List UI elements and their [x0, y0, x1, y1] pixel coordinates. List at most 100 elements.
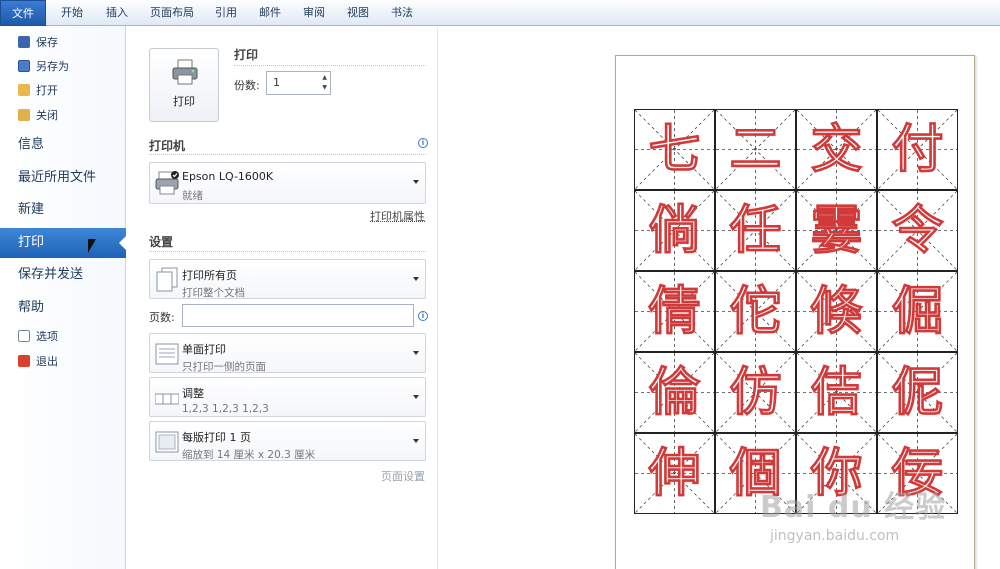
printer-icon: [172, 59, 198, 85]
nav-recent[interactable]: 最近所用文件: [0, 163, 126, 193]
nav-info[interactable]: 信息: [0, 130, 126, 160]
calligraphy-character: 令: [878, 191, 957, 270]
calligraphy-character: 佗: [716, 272, 795, 351]
options-icon: [18, 330, 30, 342]
calligraphy-character: 伸: [635, 434, 714, 513]
calligraphy-grid: 七二交付倘任霎令倩佗倏倔倫仿佶伲伸個你佞: [634, 109, 958, 514]
calligraphy-character: 佶: [797, 353, 876, 432]
printer-dropdown[interactable]: Epson LQ-1600K 就绪: [149, 162, 426, 204]
info-icon[interactable]: i: [418, 138, 428, 148]
printer-properties-link[interactable]: 打印机属性: [370, 208, 425, 224]
nav-save-send[interactable]: 保存并发送: [0, 260, 126, 290]
copies-value: 1: [273, 76, 280, 89]
nav-options[interactable]: 选项: [18, 327, 58, 347]
print-section-title: 打印: [234, 46, 258, 63]
tab-page-layout[interactable]: 页面布局: [142, 0, 202, 26]
mouse-cursor-icon: [88, 239, 96, 253]
close-folder-icon: [18, 109, 30, 121]
tab-home[interactable]: 开始: [50, 0, 94, 26]
grid-cell: 倩: [634, 271, 715, 352]
grid-cell: 七: [634, 109, 715, 190]
collate-icon: [155, 385, 179, 411]
tab-file[interactable]: 文件: [0, 0, 46, 26]
print-settings-panel: 打印 打印 份数: 1 ▲ ▼ 打印机 i Epson LQ-1600K 就绪 …: [127, 27, 438, 569]
grid-cell: 倔: [877, 271, 958, 352]
pages-per-sheet-title: 每版打印 1 页: [182, 429, 251, 445]
print-range-subtitle: 打印整个文档: [182, 285, 245, 300]
nav-open-label: 打开: [36, 84, 58, 97]
calligraphy-character: 七: [635, 110, 714, 189]
exit-icon: [18, 355, 30, 367]
watermark-url: jingyan.baidu.com: [770, 528, 899, 544]
grid-cell: 任: [715, 190, 796, 271]
tab-calligraphy[interactable]: 书法: [382, 0, 422, 26]
grid-cell: 付: [877, 109, 958, 190]
chevron-down-icon: [413, 439, 419, 443]
open-folder-icon: [18, 84, 30, 96]
printer-section-title: 打印机: [149, 137, 185, 154]
nav-exit[interactable]: 退出: [18, 352, 58, 372]
collate-subtitle: 1,2,3 1,2,3 1,2,3: [182, 403, 269, 415]
nav-new[interactable]: 新建: [0, 195, 126, 225]
pages-label: 页数:: [149, 309, 175, 325]
page-per-sheet-icon: [155, 429, 179, 455]
decrement-icon[interactable]: ▼: [322, 84, 327, 91]
nav-open[interactable]: 打开: [18, 81, 58, 101]
tab-review[interactable]: 审阅: [294, 0, 334, 26]
sides-subtitle: 只打印一侧的页面: [182, 359, 266, 374]
tab-references[interactable]: 引用: [206, 0, 246, 26]
nav-close[interactable]: 关闭: [18, 106, 58, 126]
chevron-down-icon: [413, 180, 419, 184]
print-range-title: 打印所有页: [182, 267, 237, 283]
calligraphy-character: 霎: [797, 191, 876, 270]
chevron-down-icon: [413, 351, 419, 355]
sides-title: 单面打印: [182, 341, 226, 357]
nav-save[interactable]: 保存: [18, 33, 58, 53]
nav-print[interactable]: 打印: [0, 228, 126, 258]
grid-cell: 佶: [796, 352, 877, 433]
pages-per-sheet-dropdown[interactable]: 每版打印 1 页 缩放到 14 厘米 x 20.3 厘米: [149, 421, 426, 461]
backstage-nav: 保存 另存为 打开 关闭 信息 最近所用文件 新建 打印 保存并发送 帮助 选项…: [0, 26, 126, 569]
nav-save-as-label: 另存为: [36, 60, 69, 73]
settings-section-title: 设置: [149, 233, 173, 250]
tab-mailings[interactable]: 邮件: [250, 0, 290, 26]
page-setup-link[interactable]: 页面设置: [381, 468, 425, 484]
calligraphy-character: 二: [716, 110, 795, 189]
copies-label: 份数:: [234, 77, 260, 93]
ribbon-tab-bar: 文件 开始 插入 页面布局 引用 邮件 审阅 视图 书法: [0, 0, 1000, 26]
grid-cell: 倫: [634, 352, 715, 433]
nav-options-label: 选项: [36, 330, 58, 343]
save-icon: [18, 36, 30, 48]
pages-input[interactable]: [182, 304, 414, 327]
chevron-down-icon: [413, 277, 419, 281]
grid-cell: 伲: [877, 352, 958, 433]
calligraphy-character: 倏: [797, 272, 876, 351]
sides-dropdown[interactable]: 单面打印 只打印一侧的页面: [149, 333, 426, 373]
nav-help[interactable]: 帮助: [0, 293, 126, 323]
calligraphy-character: 倔: [878, 272, 957, 351]
increment-icon[interactable]: ▲: [322, 74, 327, 81]
tab-view[interactable]: 视图: [338, 0, 378, 26]
print-range-dropdown[interactable]: 打印所有页 打印整个文档: [149, 259, 426, 299]
grid-cell: 交: [796, 109, 877, 190]
print-button-label: 打印: [150, 93, 218, 109]
copies-stepper[interactable]: 1 ▲ ▼: [266, 71, 331, 95]
info-icon[interactable]: i: [418, 311, 428, 321]
collate-title: 调整: [182, 385, 204, 401]
nav-save-as[interactable]: 另存为: [18, 57, 69, 77]
divider: [234, 65, 426, 66]
calligraphy-character: 倩: [635, 272, 714, 351]
calligraphy-character: 付: [878, 110, 957, 189]
one-sided-icon: [155, 341, 179, 367]
tab-insert[interactable]: 插入: [96, 0, 138, 26]
calligraphy-character: 倫: [635, 353, 714, 432]
grid-cell: 仿: [715, 352, 796, 433]
grid-cell: 伸: [634, 433, 715, 514]
collate-dropdown[interactable]: 调整 1,2,3 1,2,3 1,2,3: [149, 377, 426, 417]
calligraphy-character: 交: [797, 110, 876, 189]
calligraphy-character: 仿: [716, 353, 795, 432]
pages-icon: [155, 267, 179, 293]
chevron-down-icon: [413, 395, 419, 399]
calligraphy-character: 倘: [635, 191, 714, 270]
print-button[interactable]: 打印: [149, 48, 219, 122]
